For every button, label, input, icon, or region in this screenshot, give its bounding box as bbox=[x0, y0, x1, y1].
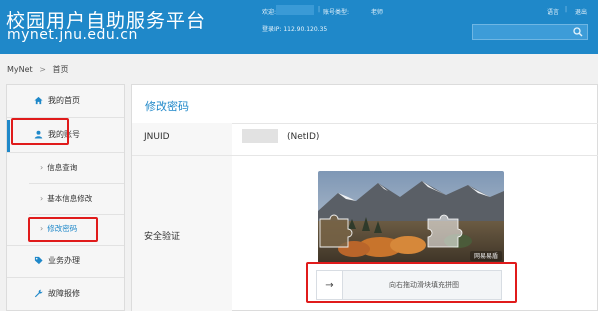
account-type-label: 账号类型: bbox=[323, 9, 350, 16]
home-icon bbox=[33, 96, 43, 106]
sidebar-subitem-change-password[interactable]: › 修改密码 bbox=[40, 223, 77, 234]
breadcrumb: MyNet > 首页 bbox=[7, 64, 72, 75]
user-icon bbox=[33, 130, 43, 140]
search-icon[interactable] bbox=[573, 27, 583, 37]
chevron-right-icon: › bbox=[40, 224, 44, 233]
username-redacted bbox=[276, 5, 314, 15]
captcha-slider[interactable]: → 向右拖动滑块填充拼图 bbox=[316, 270, 502, 300]
sidebar-subitem-label: 基本信息修改 bbox=[47, 194, 93, 203]
arrow-right-icon: → bbox=[325, 279, 334, 291]
language-link[interactable]: 语言 bbox=[547, 7, 559, 16]
wrench-icon bbox=[33, 289, 43, 299]
chevron-right-icon: › bbox=[40, 194, 44, 203]
netid-redacted bbox=[242, 129, 278, 143]
sidebar-subitem-info-query[interactable]: › 信息查询 bbox=[40, 162, 77, 173]
account-type-value: 老师 bbox=[371, 9, 384, 16]
security-label: 安全验证 bbox=[144, 232, 181, 242]
label-column bbox=[132, 123, 232, 311]
page-title: 修改密码 bbox=[145, 100, 189, 113]
captcha-badge: 网易易盾 bbox=[474, 253, 499, 260]
sidebar-item-label: 我的账号 bbox=[48, 130, 80, 139]
captcha-image: 网易易盾 bbox=[318, 171, 504, 263]
welcome-label: 欢迎: bbox=[262, 9, 277, 16]
logout-link[interactable]: 退出 bbox=[575, 7, 587, 16]
sidebar-subitem-label: 信息查询 bbox=[47, 163, 78, 172]
site-domain: mynet.jnu.edu.cn bbox=[7, 27, 138, 43]
sidebar-subitem-label: 修改密码 bbox=[47, 224, 78, 233]
slider-handle[interactable]: → bbox=[317, 271, 343, 299]
breadcrumb-root[interactable]: MyNet bbox=[7, 65, 33, 74]
jnuid-label: JNUID bbox=[144, 132, 170, 142]
tag-icon bbox=[33, 256, 43, 266]
chevron-right-icon: › bbox=[40, 163, 44, 172]
top-header: 校园用户自助服务平台 mynet.jnu.edu.cn 欢迎: | 账号类型: … bbox=[0, 0, 598, 54]
sidebar-item-label: 业务办理 bbox=[48, 256, 80, 265]
breadcrumb-current: 首页 bbox=[52, 65, 69, 74]
sidebar-item-label: 故障报修 bbox=[48, 289, 80, 298]
netid-suffix: (NetID) bbox=[287, 132, 320, 142]
sidebar-item-label: 我的首页 bbox=[48, 96, 80, 105]
sidebar: 我的首页 我的账号 › 信息查询 › 基本信息修改 › 修改密码 业务办理 故障… bbox=[6, 84, 125, 311]
main-panel: 修改密码 JNUID (NetID) 安全验证 网易易盾 → 向右拖动滑块填充拼… bbox=[131, 84, 598, 311]
sidebar-subitem-edit-info[interactable]: › 基本信息修改 bbox=[40, 193, 92, 204]
search-input[interactable] bbox=[472, 24, 588, 40]
active-indicator bbox=[7, 120, 10, 153]
breadcrumb-separator: > bbox=[39, 65, 46, 74]
login-ip: 登录IP: 112.90.120.35 bbox=[262, 26, 328, 33]
slider-instruction: 向右拖动滑块填充拼图 bbox=[389, 281, 459, 289]
